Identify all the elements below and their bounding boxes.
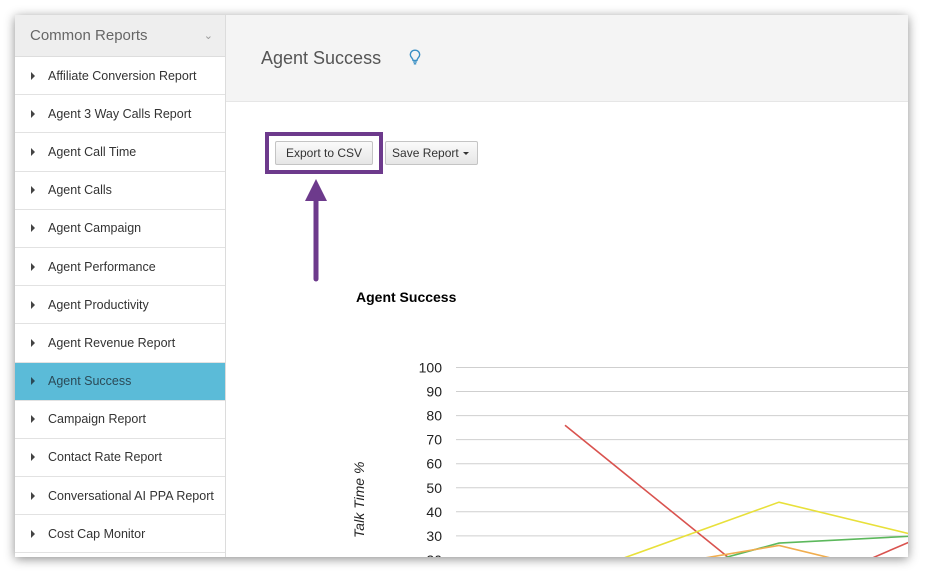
y-tick-label: 30 <box>426 528 442 544</box>
y-axis-label: Talk Time % <box>351 462 367 538</box>
caret-right-icon <box>31 453 35 462</box>
sidebar: Common Reports ⌄ Affiliate Conversion Re… <box>15 15 226 557</box>
export-highlight-box: Export to CSV <box>265 132 384 174</box>
caret-right-icon <box>31 300 35 309</box>
sidebar-item-agent-productivity[interactable]: Agent Productivity <box>15 286 225 325</box>
sidebar-item-agent-calls[interactable]: Agent Calls <box>15 172 225 210</box>
sidebar-item-label: Agent Campaign <box>48 221 142 236</box>
y-tick-label: 20 <box>426 552 442 557</box>
app-window: Common Reports ⌄ Affiliate Conversion Re… <box>15 15 908 557</box>
sidebar-item-label: Agent Revenue Report <box>48 335 176 350</box>
sidebar-item-agent-success[interactable]: Agent Success <box>15 362 225 401</box>
sidebar-item-agent-call-time[interactable]: Agent Call Time <box>15 133 225 172</box>
caret-right-icon <box>31 147 35 156</box>
sidebar-item-conversational-ai-ppa-report[interactable]: Conversational AI PPA Report <box>15 477 225 516</box>
sidebar-item-agent-3-way-calls-report[interactable]: Agent 3 Way Calls Report <box>15 95 225 134</box>
caret-down-icon <box>462 152 469 155</box>
sidebar-item-agent-performance[interactable]: Agent Performance <box>15 248 225 287</box>
sidebar-item-label: Cost Cap Monitor <box>48 526 146 541</box>
series-line-0 <box>564 424 908 557</box>
caret-right-icon <box>31 224 35 233</box>
sidebar-item-label: Agent 3 Way Calls Report <box>48 106 192 121</box>
caret-right-icon <box>31 529 35 538</box>
page-title: Agent Success <box>261 47 382 68</box>
sidebar-section-common-reports[interactable]: Common Reports ⌄ <box>15 15 225 57</box>
caret-right-icon <box>31 377 35 386</box>
sidebar-item-label: Agent Calls <box>48 183 112 198</box>
lightbulb-icon[interactable] <box>409 48 421 70</box>
caret-right-icon <box>31 262 35 271</box>
sidebar-item-label: Affiliate Conversion Report <box>48 68 197 83</box>
caret-right-icon <box>31 71 35 80</box>
sidebar-item-contact-rate-report[interactable]: Contact Rate Report <box>15 439 225 478</box>
sidebar-item-label: Agent Performance <box>48 259 156 274</box>
save-report-label: Save Report <box>392 146 459 160</box>
sidebar-item-campaign-report[interactable]: Campaign Report <box>15 401 225 439</box>
report-list: Affiliate Conversion Report Agent 3 Way C… <box>15 57 225 554</box>
sidebar-item-affiliate-conversion-report[interactable]: Affiliate Conversion Report <box>15 57 225 96</box>
sidebar-item-agent-revenue-report[interactable]: Agent Revenue Report <box>15 324 225 363</box>
export-csv-button[interactable]: Export to CSV <box>275 141 374 165</box>
y-tick-label: 60 <box>426 456 442 472</box>
caret-right-icon <box>31 338 35 347</box>
sidebar-item-label: Agent Success <box>48 374 132 389</box>
sidebar-item-label: Conversational AI PPA Report <box>48 488 214 503</box>
caret-right-icon <box>31 186 35 195</box>
sidebar-item-cost-cap-monitor[interactable]: Cost Cap Monitor <box>15 515 225 554</box>
series-line-1 <box>624 501 908 557</box>
arrow-up-icon <box>305 179 327 282</box>
chevron-down-icon[interactable]: ⌄ <box>204 29 213 42</box>
sidebar-header-label: Common Reports <box>30 27 148 44</box>
page-header: Agent Success <box>226 15 908 102</box>
y-tick-label: 90 <box>426 384 442 400</box>
y-tick-label: 70 <box>426 432 442 448</box>
sidebar-item-label: Agent Productivity <box>48 297 149 312</box>
sidebar-item-label: Contact Rate Report <box>48 450 162 465</box>
sidebar-item-label: Campaign Report <box>48 412 146 427</box>
caret-right-icon <box>31 491 35 500</box>
caret-right-icon <box>31 415 35 424</box>
caret-right-icon <box>31 109 35 118</box>
series-line-2 <box>724 535 908 557</box>
line-chart: 102030405060708090100Talk Time % <box>351 360 908 557</box>
y-tick-label: 50 <box>426 480 442 496</box>
sidebar-item-label: Agent Call Time <box>48 144 137 159</box>
report-toolbar: Export to CSV Save Report <box>265 132 478 174</box>
y-tick-label: 100 <box>419 360 443 376</box>
y-tick-label: 40 <box>426 504 442 520</box>
main-content: Agent Success Export to CSV Save Report <box>226 15 908 557</box>
y-tick-label: 80 <box>426 408 442 424</box>
sidebar-item-agent-campaign[interactable]: Agent Campaign <box>15 210 225 248</box>
save-report-button[interactable]: Save Report <box>385 141 478 165</box>
